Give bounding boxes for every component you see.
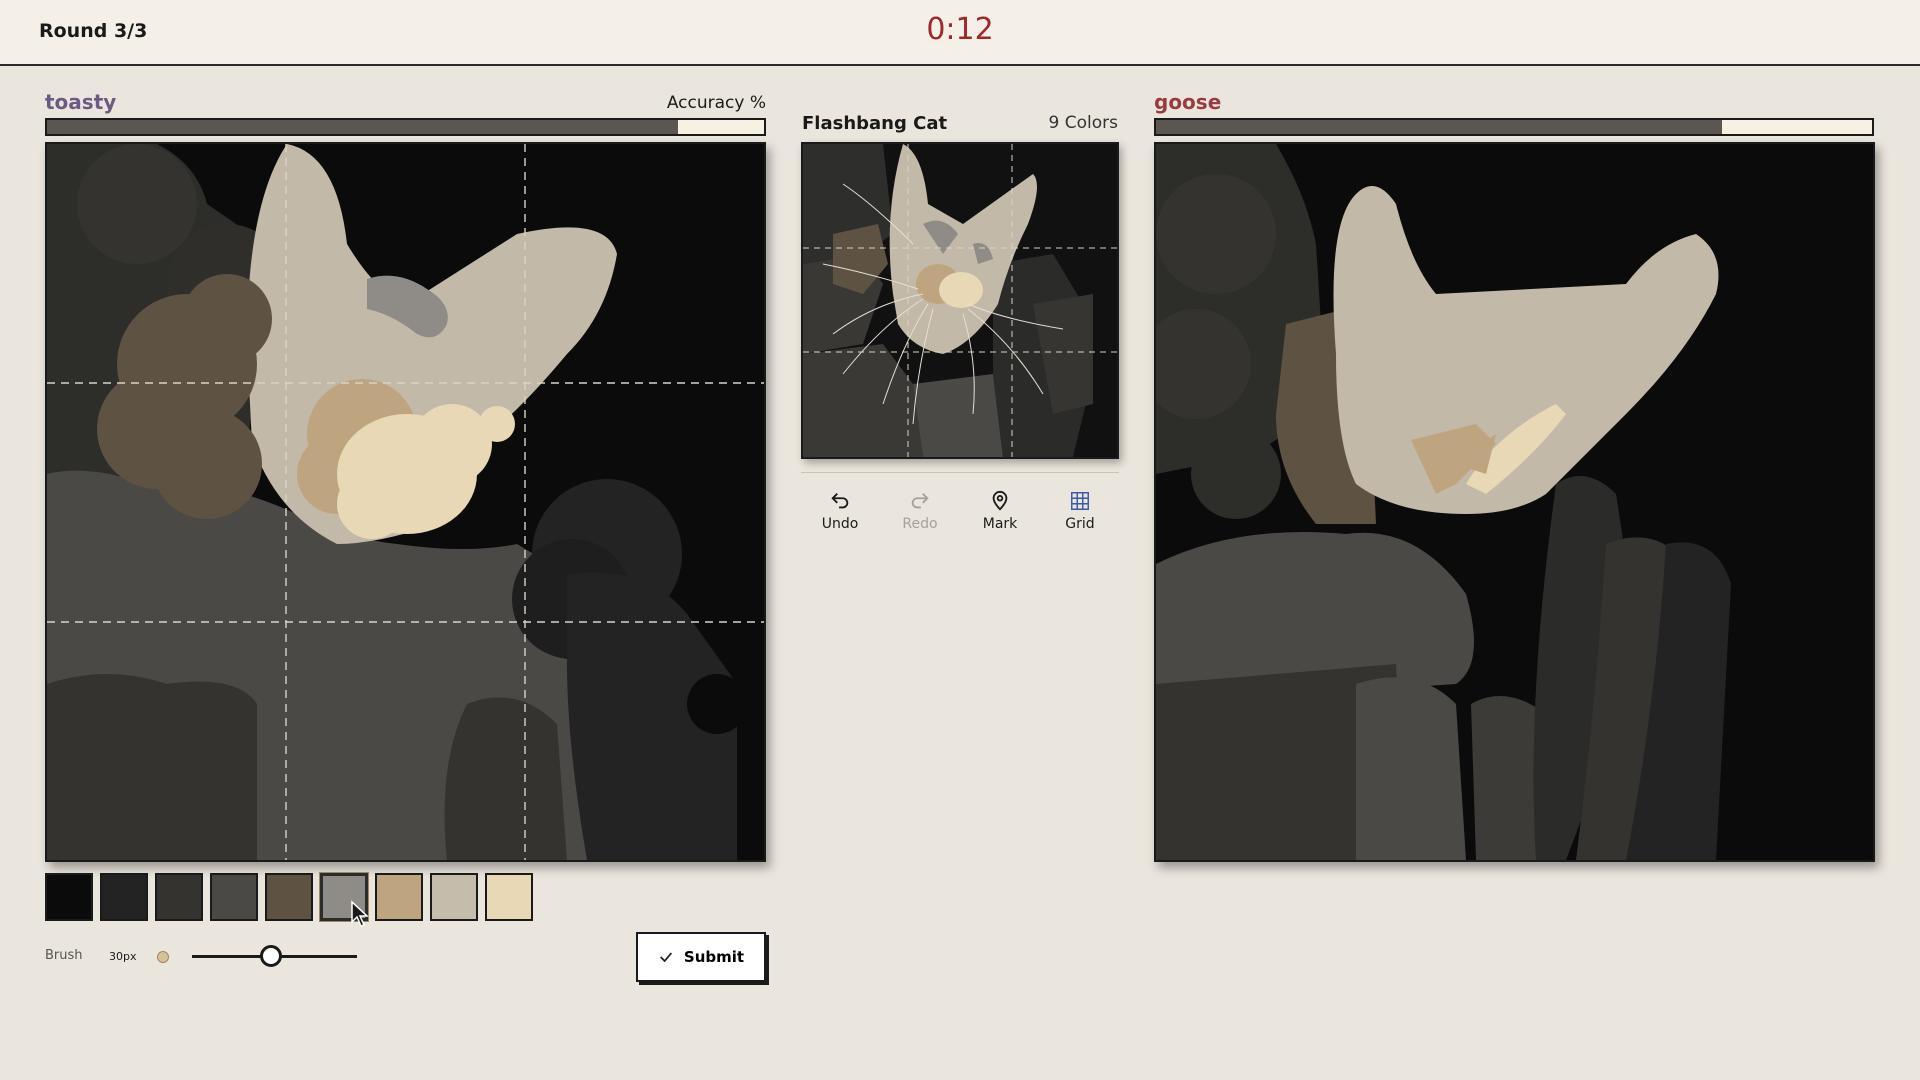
color-swatch-5[interactable] (265, 873, 313, 921)
reference-color-count: 9 Colors (1048, 113, 1118, 133)
undo-button[interactable]: Undo (800, 490, 880, 532)
redo-button[interactable]: Redo (880, 490, 960, 532)
redo-label: Redo (902, 516, 938, 532)
player2-accuracy-bar (1154, 118, 1874, 136)
player2-accuracy-fill (1156, 120, 1722, 134)
player1-canvas[interactable] (45, 142, 766, 862)
top-bar: Round 3/3 0:12 (0, 0, 1920, 66)
timer: 0:12 (926, 12, 994, 47)
check-icon (659, 952, 672, 963)
player1-accuracy-fill (47, 120, 678, 134)
brush-preview-dot (157, 951, 169, 963)
mouse-cursor-icon (351, 900, 369, 927)
grid-button[interactable]: Grid (1040, 490, 1120, 532)
brush-size-value: 30px (109, 950, 137, 963)
player2-canvas (1154, 142, 1875, 862)
mark-button[interactable]: Mark (960, 490, 1040, 532)
player-name-goose: goose (1154, 90, 1222, 114)
color-swatch-4[interactable] (210, 873, 258, 921)
submit-button[interactable]: Submit (636, 932, 766, 982)
redo-icon (911, 493, 929, 509)
reference-image (801, 142, 1119, 459)
color-swatch-1[interactable] (45, 873, 93, 921)
reference-title: Flashbang Cat (802, 113, 948, 134)
submit-label: Submit (683, 948, 745, 966)
grid-icon (1071, 492, 1089, 510)
undo-label: Undo (821, 516, 859, 532)
map-pin-icon (992, 490, 1008, 511)
brush-size-slider-thumb[interactable] (260, 945, 283, 967)
accuracy-label: Accuracy % (666, 93, 766, 113)
brush-label: Brush (45, 948, 83, 963)
undo-icon (831, 493, 849, 509)
color-swatch-9[interactable] (485, 873, 533, 921)
grid-label: Grid (1065, 516, 1095, 532)
player1-accuracy-bar (45, 118, 766, 136)
color-swatch-8[interactable] (430, 873, 478, 921)
reference-divider (801, 472, 1119, 473)
color-swatch-7[interactable] (375, 873, 423, 921)
mark-label: Mark (982, 516, 1018, 532)
player-name-toasty: toasty (45, 90, 117, 114)
color-swatch-2[interactable] (100, 873, 148, 921)
color-swatch-3[interactable] (155, 873, 203, 921)
